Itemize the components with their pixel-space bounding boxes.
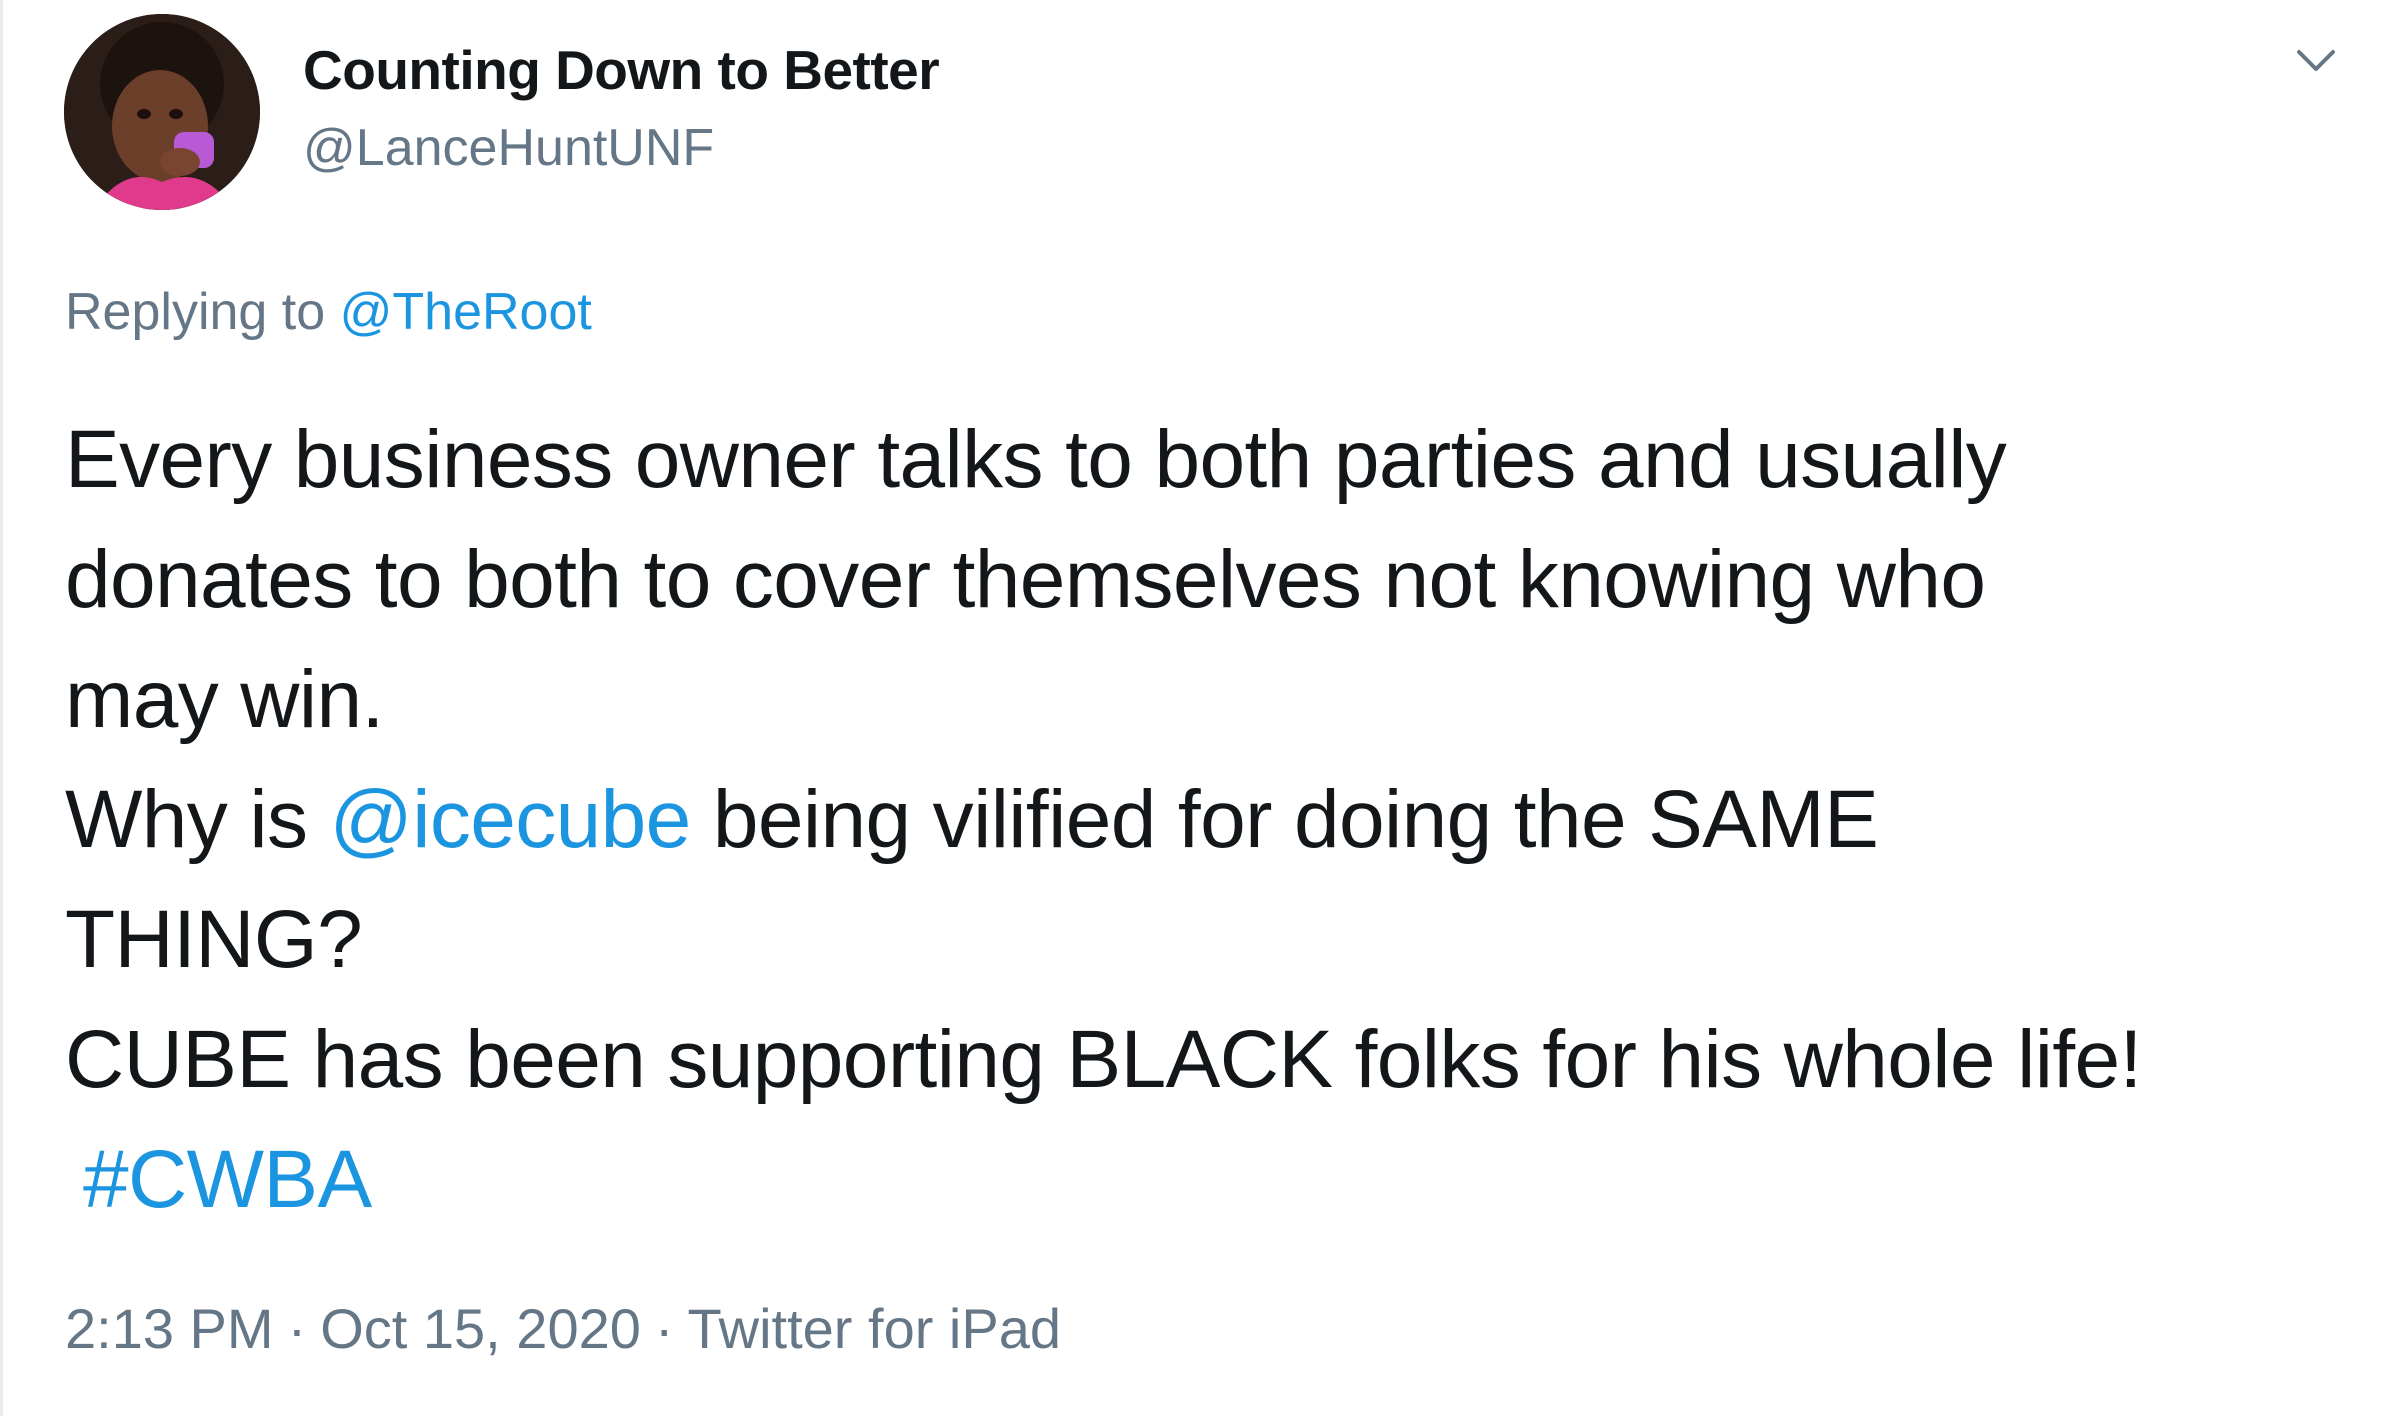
- tweet-text-line: may win.: [65, 654, 384, 745]
- chevron-down-icon[interactable]: [2281, 30, 2351, 90]
- tweet-text: Every business owner talks to both parti…: [65, 400, 2325, 1240]
- meta-separator: ·: [654, 1297, 674, 1360]
- avatar-photo-icon: [64, 14, 260, 210]
- author-display-name[interactable]: Counting Down to Better: [303, 38, 940, 102]
- tweet-time-link[interactable]: 2:13 PM: [65, 1297, 274, 1360]
- tweet-meta: 2:13 PM · Oct 15, 2020 · Twitter for iPad: [65, 1296, 1061, 1361]
- author-handle[interactable]: @LanceHuntUNF: [303, 118, 714, 178]
- hashtag-line: #CWBA: [65, 1120, 2325, 1240]
- tweet-text-line: Why is @icecube being vilified for doing…: [65, 760, 2325, 880]
- icecube-mention-link[interactable]: @icecube: [330, 774, 692, 865]
- tweet-text-line: Every business owner talks to both parti…: [65, 414, 2007, 505]
- tweet-source: Twitter for iPad: [687, 1297, 1062, 1360]
- tweet-text-segment: being vilified for doing the SAME: [690, 774, 1879, 865]
- tweet-card: Counting Down to Better @LanceHuntUNF Re…: [0, 0, 2386, 1416]
- tweet-text-line: CUBE has been supporting BLACK folks for…: [65, 1014, 2142, 1105]
- avatar[interactable]: [64, 14, 260, 210]
- tweet-text-segment: Why is: [65, 774, 330, 865]
- tweet-date-link[interactable]: Oct 15, 2020: [320, 1297, 641, 1360]
- replying-to-label: Replying to: [65, 283, 340, 341]
- tweet-text-line: donates to both to cover themselves not …: [65, 534, 1986, 625]
- hashtag-link[interactable]: #CWBA: [83, 1134, 372, 1225]
- tweet-text-line: THING?: [65, 894, 363, 985]
- meta-separator: ·: [287, 1297, 307, 1360]
- reply-to-mention-link[interactable]: @TheRoot: [340, 283, 592, 341]
- replying-to: Replying to @TheRoot: [65, 282, 592, 342]
